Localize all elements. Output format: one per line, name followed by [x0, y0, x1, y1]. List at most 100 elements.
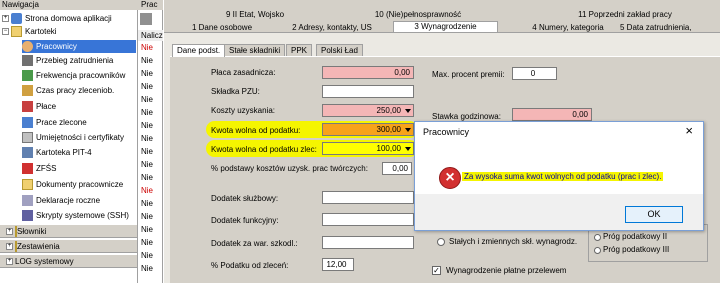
list-item[interactable]: Nie: [141, 120, 153, 132]
error-icon: ×: [439, 167, 461, 189]
list-item[interactable]: Nie: [141, 198, 153, 210]
radio-prog-2[interactable]: [594, 234, 601, 241]
gift-icon: [22, 163, 33, 175]
dodatek-sluzbowy-label: Dodatek służbowy:: [211, 194, 279, 203]
expand-icon[interactable]: +: [2, 15, 9, 23]
collapse-icon[interactable]: −: [2, 28, 9, 36]
skladka-field[interactable]: [322, 85, 414, 98]
list-item[interactable]: Nie: [141, 172, 153, 184]
list-item[interactable]: Nie: [141, 107, 153, 119]
card-icon: [22, 147, 33, 159]
dodatek-funkcyjny-label: Dodatek funkcyjny:: [211, 216, 279, 225]
kwota-label: Kwota wolna od podatku:: [211, 126, 301, 135]
tab-dane-podst[interactable]: Dane podst.: [172, 44, 226, 57]
dropdown-arrow-icon[interactable]: [405, 109, 411, 113]
kwota-zlec-field[interactable]: 100,00: [322, 142, 414, 155]
dropdown-arrow-icon[interactable]: [405, 128, 411, 132]
placa-field[interactable]: 0,00: [322, 66, 414, 79]
nav-item-pracownicy[interactable]: Pracownicy: [22, 40, 136, 53]
kwota-zlec-label: Kwota wolna od podatku zlec:: [211, 145, 317, 154]
przelew-label: Wynagrodzenie płatne przelewem: [446, 266, 567, 275]
dodatek-funkcyjny-field[interactable]: [322, 213, 414, 226]
skladka-label: Składka PZU:: [211, 87, 260, 96]
stawka-field[interactable]: 0,00: [512, 108, 592, 121]
list-item[interactable]: Nie: [141, 224, 153, 236]
pen-icon: [22, 55, 33, 67]
script-icon: [22, 210, 33, 222]
nav-item-place[interactable]: Płace: [22, 100, 56, 113]
list-item[interactable]: Nie: [141, 250, 153, 262]
list-item[interactable]: Nie: [141, 94, 153, 106]
dodatek-sluzbowy-field[interactable]: [322, 191, 414, 204]
list-item[interactable]: Nie: [141, 237, 153, 249]
tab-niepelnosprawnosc[interactable]: 10 (Nie)pełnosprawność: [358, 10, 478, 20]
max-premii-field[interactable]: 0: [512, 67, 557, 80]
nav-item-umiejetnosci[interactable]: Umiejętności i certyfikaty: [22, 131, 124, 144]
tab-ppk[interactable]: PPK: [286, 44, 313, 56]
expand-icon[interactable]: +: [6, 228, 13, 236]
toolbar-icon[interactable]: [140, 13, 152, 25]
column-subheader: Naliczenie: [138, 30, 163, 41]
radio-prog-3[interactable]: [594, 247, 601, 254]
list-item[interactable]: Nie: [141, 185, 153, 197]
folder-icon: [22, 179, 33, 191]
procent-field[interactable]: 0,00: [382, 162, 412, 175]
dialog-title: Pracownicy: [423, 127, 470, 137]
dodatek-war-field[interactable]: [322, 236, 414, 249]
nav-bar-slowniki[interactable]: + Słowniki: [0, 224, 137, 238]
nav-bar-log[interactable]: + LOG systemowy: [0, 254, 137, 268]
nav-item-skrypty[interactable]: Skrypty systemowe (SSH): [22, 209, 129, 222]
certificate-icon: [22, 132, 33, 144]
nav-item-zfss[interactable]: ZFŚS: [22, 162, 56, 175]
dodatek-war-label: Dodatek za war. szkodl.:: [211, 239, 298, 248]
nav-item-home[interactable]: + Strona domowa aplikacji: [2, 12, 112, 25]
przelew-checkbox[interactable]: ✓: [432, 266, 441, 275]
tab-polski-lad[interactable]: Polski Ład: [316, 44, 363, 56]
list-item[interactable]: Nie: [141, 263, 153, 275]
folder-icon: [11, 26, 22, 38]
list-item[interactable]: Nie: [141, 68, 153, 80]
nav-item-pit4[interactable]: Kartoteka PIT-4: [22, 146, 92, 159]
list-item[interactable]: Nie: [141, 159, 153, 171]
nav-item-deklaracje[interactable]: Deklaracje roczne: [22, 194, 100, 207]
dropdown-arrow-icon[interactable]: [405, 147, 411, 151]
nav-item-prace-zlecone[interactable]: Prace zlecone: [22, 116, 87, 129]
list-item[interactable]: Nie: [141, 146, 153, 158]
navigation-panel: Nawigacja + Strona domowa aplikacji − Kart…: [0, 0, 138, 283]
nav-item-frekwencja[interactable]: Frekwencja pracowników: [22, 69, 125, 82]
koszty-field[interactable]: 250,00: [322, 104, 414, 117]
max-premii-label: Max. procent premii:: [432, 70, 505, 79]
error-message: Za wysoka suma kwot wolnych od podatku (…: [462, 172, 664, 181]
nav-bar-zestawienia[interactable]: + Zestawienia: [0, 239, 137, 253]
nav-item-kartoteki[interactable]: − Kartoteki: [2, 25, 57, 38]
podatek-zlecen-field[interactable]: 12,00: [322, 258, 354, 271]
list-item[interactable]: Nie: [141, 133, 153, 145]
list-item[interactable]: Nie: [141, 42, 153, 54]
ok-button[interactable]: OK: [625, 206, 683, 223]
placa-label: Płaca zasadnicza:: [211, 68, 276, 77]
tab-stale-skladniki[interactable]: Stałe składniki: [224, 44, 286, 56]
close-icon[interactable]: ×: [685, 124, 693, 137]
pencil-icon: [22, 85, 33, 97]
error-dialog: Pracownicy × × Za wysoka suma kwot wolny…: [414, 121, 704, 231]
prog3-label: Próg podatkowy III: [603, 245, 670, 254]
tab-etat-wojsko[interactable]: 9 II Etat, Wojsko: [200, 10, 310, 20]
dialog-footer: OK: [415, 194, 703, 230]
stawka-label: Stawka godzinowa:: [432, 112, 501, 121]
prog2-label: Próg podatkowy II: [603, 232, 668, 241]
tab-poprzedni-zaklad[interactable]: 11 Poprzedni zakład pracy: [555, 10, 695, 20]
nav-item-przebieg[interactable]: Przebieg zatrudnienia: [22, 54, 113, 67]
list-item[interactable]: Nie: [141, 211, 153, 223]
nav-item-czas-pracy[interactable]: Czas pracy zleceniob.: [22, 84, 114, 97]
list-item[interactable]: Nie: [141, 81, 153, 93]
nav-item-dokumenty[interactable]: Dokumenty pracownicze: [22, 178, 123, 191]
money-icon: [22, 101, 33, 113]
people-icon: [22, 41, 33, 53]
kwota-field[interactable]: 300,00: [322, 123, 414, 136]
procent-label: % podstawy kosztów uzysk. prac twórczych…: [211, 164, 368, 173]
radio-stalych[interactable]: [437, 238, 445, 246]
expand-icon[interactable]: +: [6, 243, 13, 251]
expand-icon[interactable]: +: [6, 258, 13, 266]
chart-icon: [22, 70, 33, 82]
list-item[interactable]: Nie: [141, 55, 153, 67]
